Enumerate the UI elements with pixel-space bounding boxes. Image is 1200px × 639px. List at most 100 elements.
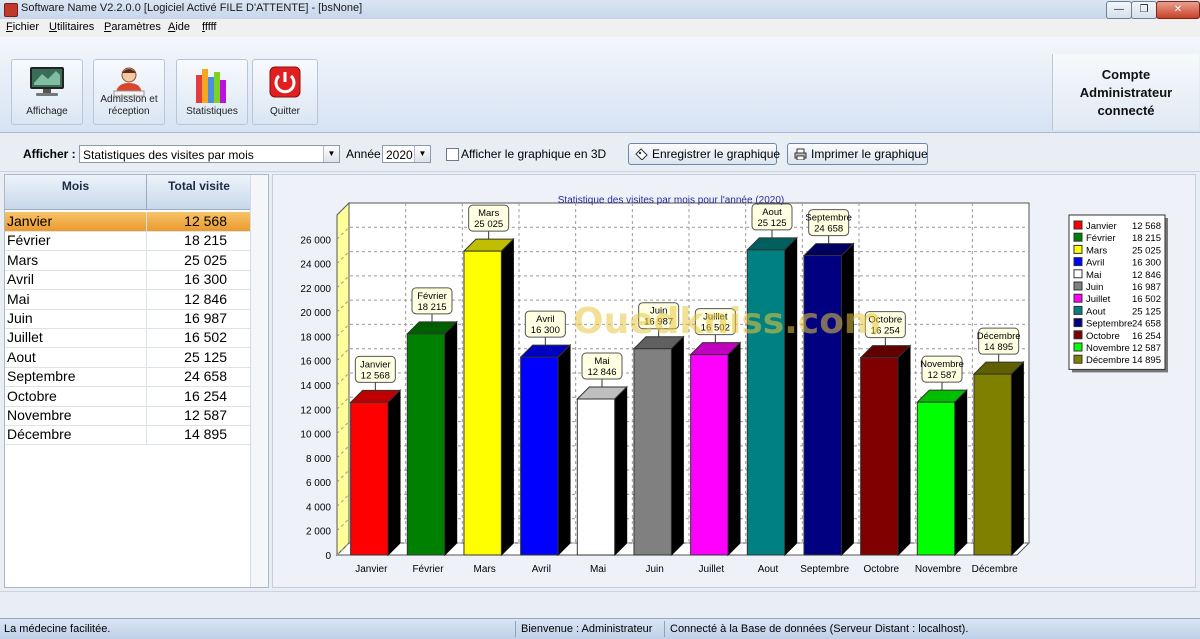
data-label-month: Novembre [920,359,964,370]
table-row[interactable]: Juillet 16 502 [5,328,252,349]
data-label-month: Janvier [360,359,391,370]
menu-fffff[interactable]: fffff [202,21,217,33]
row-total: 16 300 [184,271,227,288]
bar [406,333,446,556]
quitter-button[interactable]: Quitter [252,59,318,125]
status-left: La médecine facilitée. [4,623,111,635]
data-label-month: Avril [536,314,554,325]
row-month: Mars [7,251,39,268]
table-row[interactable]: Aout 25 125 [5,347,252,368]
header-mois[interactable]: Mois [5,175,147,210]
chk-3d-checkbox[interactable] [446,148,459,161]
legend-value: 24 658 [1132,319,1161,330]
bar-side [614,385,628,557]
chevron-down-icon: ▼ [414,146,430,162]
minimize-button[interactable]: — [1106,1,1132,19]
bar [746,249,786,556]
bar [520,356,559,556]
maximize-button[interactable]: ❐ [1131,1,1157,19]
bar [463,250,502,556]
save-chart-button[interactable]: Enregistrer le graphique [628,143,780,165]
legend-swatch [1073,232,1083,242]
table-row[interactable]: Juin 16 987 [5,309,252,329]
table-row[interactable]: Avril 16 300 [5,270,252,291]
app-icon [4,3,18,17]
statistiques-button[interactable]: Statistiques [176,59,248,125]
x-tick-label: Janvier [355,564,388,575]
bar [350,401,389,556]
account-line-2: Administrateur [1079,85,1173,100]
legend-swatch [1073,269,1083,279]
x-tick-label: Juin [645,564,663,575]
books-chart-icon [196,69,226,103]
print-chart-button[interactable]: Imprimer le graphique [787,143,928,165]
affichage-button[interactable]: Affichage [11,59,83,125]
menu-utilitaires[interactable]: Utilitaires [49,21,94,33]
admission-label: Admission et réception [100,94,158,117]
bar [973,373,1012,556]
row-month: Septembre [7,368,76,385]
bar [576,398,616,556]
x-tick-label: Avril [532,564,551,575]
table-row[interactable]: Septembre 24 658 [5,367,252,388]
legend-label: Décembre [1086,355,1130,366]
data-label-month: Mai [594,356,609,367]
row-month: Février [7,232,51,249]
table-row[interactable]: Janvier 12 568 [5,212,252,232]
menu-aide[interactable]: Aide [168,21,190,33]
row-total: 25 125 [184,348,227,365]
data-label-value: 12 587 [927,370,956,381]
data-label-value: 25 125 [757,218,786,229]
legend-label: Octobre [1086,331,1120,342]
legend-swatch [1073,330,1083,340]
header-total-visite[interactable]: Total visite [147,175,252,210]
legend-swatch [1073,342,1083,352]
legend-label: Mars [1086,245,1107,256]
legend-label: Aout [1086,306,1106,317]
table-row[interactable]: Novembre 12 587 [5,406,252,426]
legend-swatch [1073,354,1083,364]
title-bar: Software Name V2.2.0.0 [Logiciel Activé … [0,0,1200,20]
admission-reception-button[interactable]: Admission et réception [93,59,165,125]
afficher-select-value: Statistiques des visites par mois [83,148,254,162]
y-tick-label: 26 000 [300,235,331,246]
data-label-month: Mars [478,208,499,219]
afficher-select[interactable]: Statistiques des visites par mois ▼ [79,145,340,163]
data-label-value: 12 846 [587,367,616,378]
legend-value: 16 987 [1132,282,1161,293]
bar-side [444,320,458,557]
table-row[interactable]: Décembre 14 895 [5,425,252,446]
close-button[interactable]: ✕ [1156,1,1200,19]
print-chart-label: Imprimer le graphique [811,147,928,161]
table-row[interactable]: Octobre 16 254 [5,386,252,407]
status-db: Connecté à la Base de données (Serveur D… [670,623,969,635]
data-label-value: 18 215 [417,302,446,313]
legend-swatch [1073,257,1083,267]
bar-side [557,343,571,557]
row-month: Juin [7,310,33,326]
data-label-month: Décembre [977,331,1021,342]
table-row[interactable]: Mars 25 025 [5,250,252,271]
y-tick-label: 22 000 [300,284,331,295]
chevron-down-icon: ▼ [323,146,339,162]
x-tick-label: Septembre [800,564,849,575]
bar [860,357,899,556]
x-tick-label: Décembre [972,564,1019,575]
table-row[interactable]: Mai 12 846 [5,289,252,310]
save-icon [635,148,648,160]
row-total: 24 658 [184,368,227,385]
table-row[interactable]: Février 18 215 [5,231,252,252]
x-tick-label: Mars [474,564,496,575]
legend-value: 16 502 [1132,294,1161,305]
row-total: 12 568 [184,213,227,229]
x-tick-label: Juillet [699,564,725,575]
legend-label: Septembre [1086,319,1132,330]
menu-parametres[interactable]: Paramètres [104,21,161,33]
menu-fichier[interactable]: Fichier [6,21,39,33]
row-month: Décembre [7,426,72,443]
annee-select[interactable]: 2020 ▼ [382,145,431,163]
table-scrollbar[interactable] [250,175,268,587]
receptionist-icon [113,67,145,97]
legend-value: 25 025 [1132,245,1161,256]
row-total: 14 895 [184,426,227,443]
